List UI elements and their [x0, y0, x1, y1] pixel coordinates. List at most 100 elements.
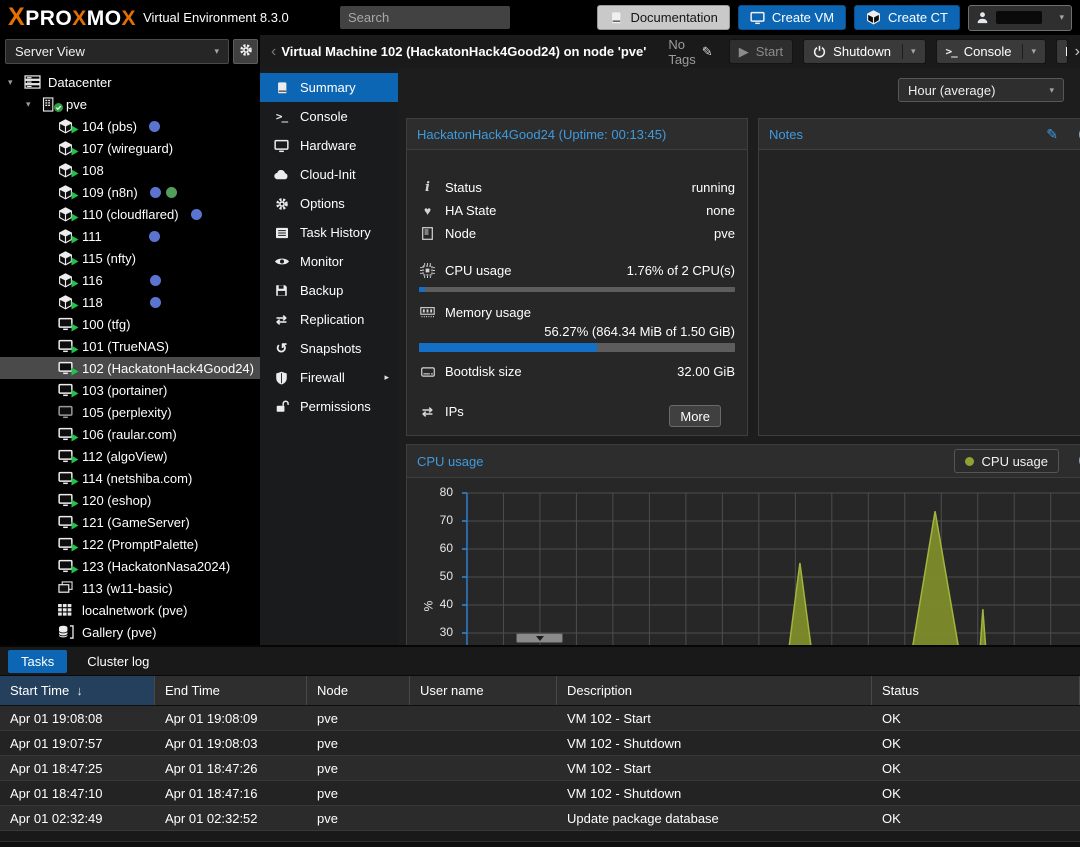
- create-vm-button[interactable]: Create VM: [738, 5, 846, 30]
- running-play-icon: [71, 364, 79, 379]
- tree-item-100-tfg[interactable]: 100 (tfg): [0, 313, 260, 335]
- start-button[interactable]: ▶ Start: [729, 39, 793, 64]
- tree-item-120-eshop[interactable]: 120 (eshop): [0, 489, 260, 511]
- table-cell: OK: [872, 731, 1080, 755]
- console-button[interactable]: >_ Console ▾: [936, 39, 1046, 64]
- tree-item-121-gameserver[interactable]: 121 (GameServer): [0, 511, 260, 533]
- menu-item-firewall[interactable]: Firewall▸: [260, 363, 398, 392]
- tree-item-104-pbs[interactable]: 104 (pbs): [0, 115, 260, 137]
- tree-item-label: 114 (netshiba.com): [82, 471, 192, 486]
- tree-item-101-truenas[interactable]: 101 (TrueNAS): [0, 335, 260, 357]
- menu-item-hardware[interactable]: Hardware: [260, 131, 398, 160]
- edit-notes-icon[interactable]: ✎: [1046, 126, 1058, 143]
- edit-tags-icon[interactable]: ✎: [702, 44, 713, 60]
- tree-item-108[interactable]: 108: [0, 159, 260, 181]
- tree-item-gallery-pve[interactable]: Gallery (pve): [0, 621, 260, 643]
- tag-dot-icon: [149, 121, 160, 132]
- column-header-status[interactable]: Status: [872, 676, 1080, 705]
- column-header-user-name[interactable]: User name: [410, 676, 557, 705]
- tag-dot-icon: [149, 231, 160, 242]
- tree-item-label: 110 (cloudflared): [82, 207, 179, 222]
- more-menu-button[interactable]: Mo: [1056, 39, 1068, 64]
- tree-item-localnetwork-pve[interactable]: localnetwork (pve): [0, 599, 260, 621]
- menu-item-cloud-init[interactable]: Cloud-Init: [260, 160, 398, 189]
- menu-item-monitor[interactable]: Monitor: [260, 247, 398, 276]
- status-row: i Status running: [407, 176, 747, 199]
- tree-item-122-promptpalette[interactable]: 122 (PromptPalette): [0, 533, 260, 555]
- tree-item-107-wireguard[interactable]: 107 (wireguard): [0, 137, 260, 159]
- table-row[interactable]: Apr 01 19:07:57Apr 01 19:08:03pveVM 102 …: [0, 731, 1080, 756]
- chevron-left-icon[interactable]: ‹: [271, 43, 276, 61]
- tag-dots: [149, 121, 160, 132]
- menu-item-label: Backup: [300, 283, 343, 298]
- more-button[interactable]: More: [669, 405, 721, 427]
- ha-state-row: ♥ HA State none: [407, 199, 747, 222]
- table-row[interactable]: Apr 01 19:08:08Apr 01 19:08:09pveVM 102 …: [0, 706, 1080, 731]
- tab-tasks[interactable]: Tasks: [8, 650, 67, 673]
- tag-dot-icon: [150, 275, 161, 286]
- vm-icon: [58, 558, 76, 575]
- tree-item-109-n8n[interactable]: 109 (n8n): [0, 181, 260, 203]
- menu-item-snapshots[interactable]: ↺Snapshots: [260, 334, 398, 363]
- view-selector[interactable]: Server View ▾: [5, 39, 229, 64]
- period-selector[interactable]: Hour (average) ▾: [898, 78, 1064, 102]
- tree-item-112-algoview[interactable]: 112 (algoView): [0, 445, 260, 467]
- tree-item-106-raular-com[interactable]: 106 (raular.com): [0, 423, 260, 445]
- menu-item-options[interactable]: Options: [260, 189, 398, 218]
- table-cell: Update package database: [557, 806, 872, 830]
- chart-legend[interactable]: CPU usage: [954, 449, 1059, 473]
- table-row[interactable]: Apr 01 02:32:49Apr 01 02:32:52pveUpdate …: [0, 806, 1080, 831]
- tree-item-114-netshiba-com[interactable]: 114 (netshiba.com): [0, 467, 260, 489]
- arrows-icon: ⇄: [419, 404, 436, 420]
- create-ct-button[interactable]: Create CT: [854, 5, 960, 30]
- menu-item-replication[interactable]: ⇄Replication: [260, 305, 398, 334]
- tree-item-118[interactable]: 118: [0, 291, 260, 313]
- chevron-down-icon[interactable]: ▾: [1031, 46, 1036, 57]
- table-row[interactable]: Apr 01 18:47:25Apr 01 18:47:26pveVM 102 …: [0, 756, 1080, 781]
- toolbar-overflow-icon[interactable]: ›: [1075, 43, 1080, 61]
- menu-item-console[interactable]: >_Console: [260, 102, 398, 131]
- column-header-node[interactable]: Node: [307, 676, 410, 705]
- tree-item-pve[interactable]: ▾ pve: [0, 93, 260, 115]
- tree-item-113-w11-basic[interactable]: 113 (w11-basic): [0, 577, 260, 599]
- chevron-down-icon[interactable]: ▾: [911, 46, 916, 57]
- running-play-icon: [71, 188, 79, 203]
- running-play-icon: [71, 144, 79, 159]
- tree-item-123-hackatonnasa2024[interactable]: 123 (HackatonNasa2024): [0, 555, 260, 577]
- scroll-down-handle[interactable]: [516, 633, 563, 643]
- documentation-button[interactable]: Documentation: [597, 5, 729, 30]
- column-header-description[interactable]: Description: [557, 676, 872, 705]
- tree-item-116[interactable]: 116: [0, 269, 260, 291]
- column-header-end-time[interactable]: End Time: [155, 676, 307, 705]
- table-row[interactable]: Apr 01 18:47:10Apr 01 18:47:16pveVM 102 …: [0, 781, 1080, 806]
- menu-item-permissions[interactable]: Permissions: [260, 392, 398, 421]
- tree-item-111[interactable]: 111: [0, 225, 260, 247]
- memory-usage-row: Memory usage: [407, 301, 747, 324]
- column-header-start-time[interactable]: Start Time↓: [0, 676, 155, 705]
- tab-cluster-log[interactable]: Cluster log: [87, 654, 149, 669]
- tree-item-label: pve: [66, 97, 87, 112]
- tree-item-datacenter[interactable]: ▾Datacenter: [0, 71, 260, 93]
- expander-icon[interactable]: ▾: [8, 77, 18, 88]
- tree-settings-button[interactable]: [233, 39, 258, 64]
- tree-item-102-hackatonhack4good24[interactable]: 102 (HackatonHack4Good24): [0, 357, 260, 379]
- tree-item-110-cloudflared[interactable]: 110 (cloudflared): [0, 203, 260, 225]
- expander-icon[interactable]: ▾: [26, 99, 36, 110]
- table-cell: [410, 706, 557, 730]
- shutdown-button[interactable]: Shutdown ▾: [803, 39, 925, 64]
- tree-item-105-perplexity[interactable]: 105 (perplexity): [0, 401, 260, 423]
- tree-item-115-nfty[interactable]: 115 (nfty): [0, 247, 260, 269]
- user-menu[interactable]: ▾: [968, 5, 1072, 31]
- lxc-icon: [58, 162, 76, 179]
- menu-item-task-history[interactable]: Task History: [260, 218, 398, 247]
- menu-item-backup[interactable]: Backup: [260, 276, 398, 305]
- tree-item-label: 111: [82, 229, 102, 244]
- search-input[interactable]: [340, 6, 510, 29]
- tree-item-label: 105 (perplexity): [82, 405, 172, 420]
- lxc-icon: [58, 294, 76, 311]
- tree-item-103-portainer[interactable]: 103 (portainer): [0, 379, 260, 401]
- tree-item-label: 120 (eshop): [82, 493, 151, 508]
- menu-item-label: Summary: [300, 80, 356, 95]
- memory-usage-value: 56.27% (864.34 MiB of 1.50 GiB): [407, 324, 747, 341]
- menu-item-summary[interactable]: Summary: [260, 73, 398, 102]
